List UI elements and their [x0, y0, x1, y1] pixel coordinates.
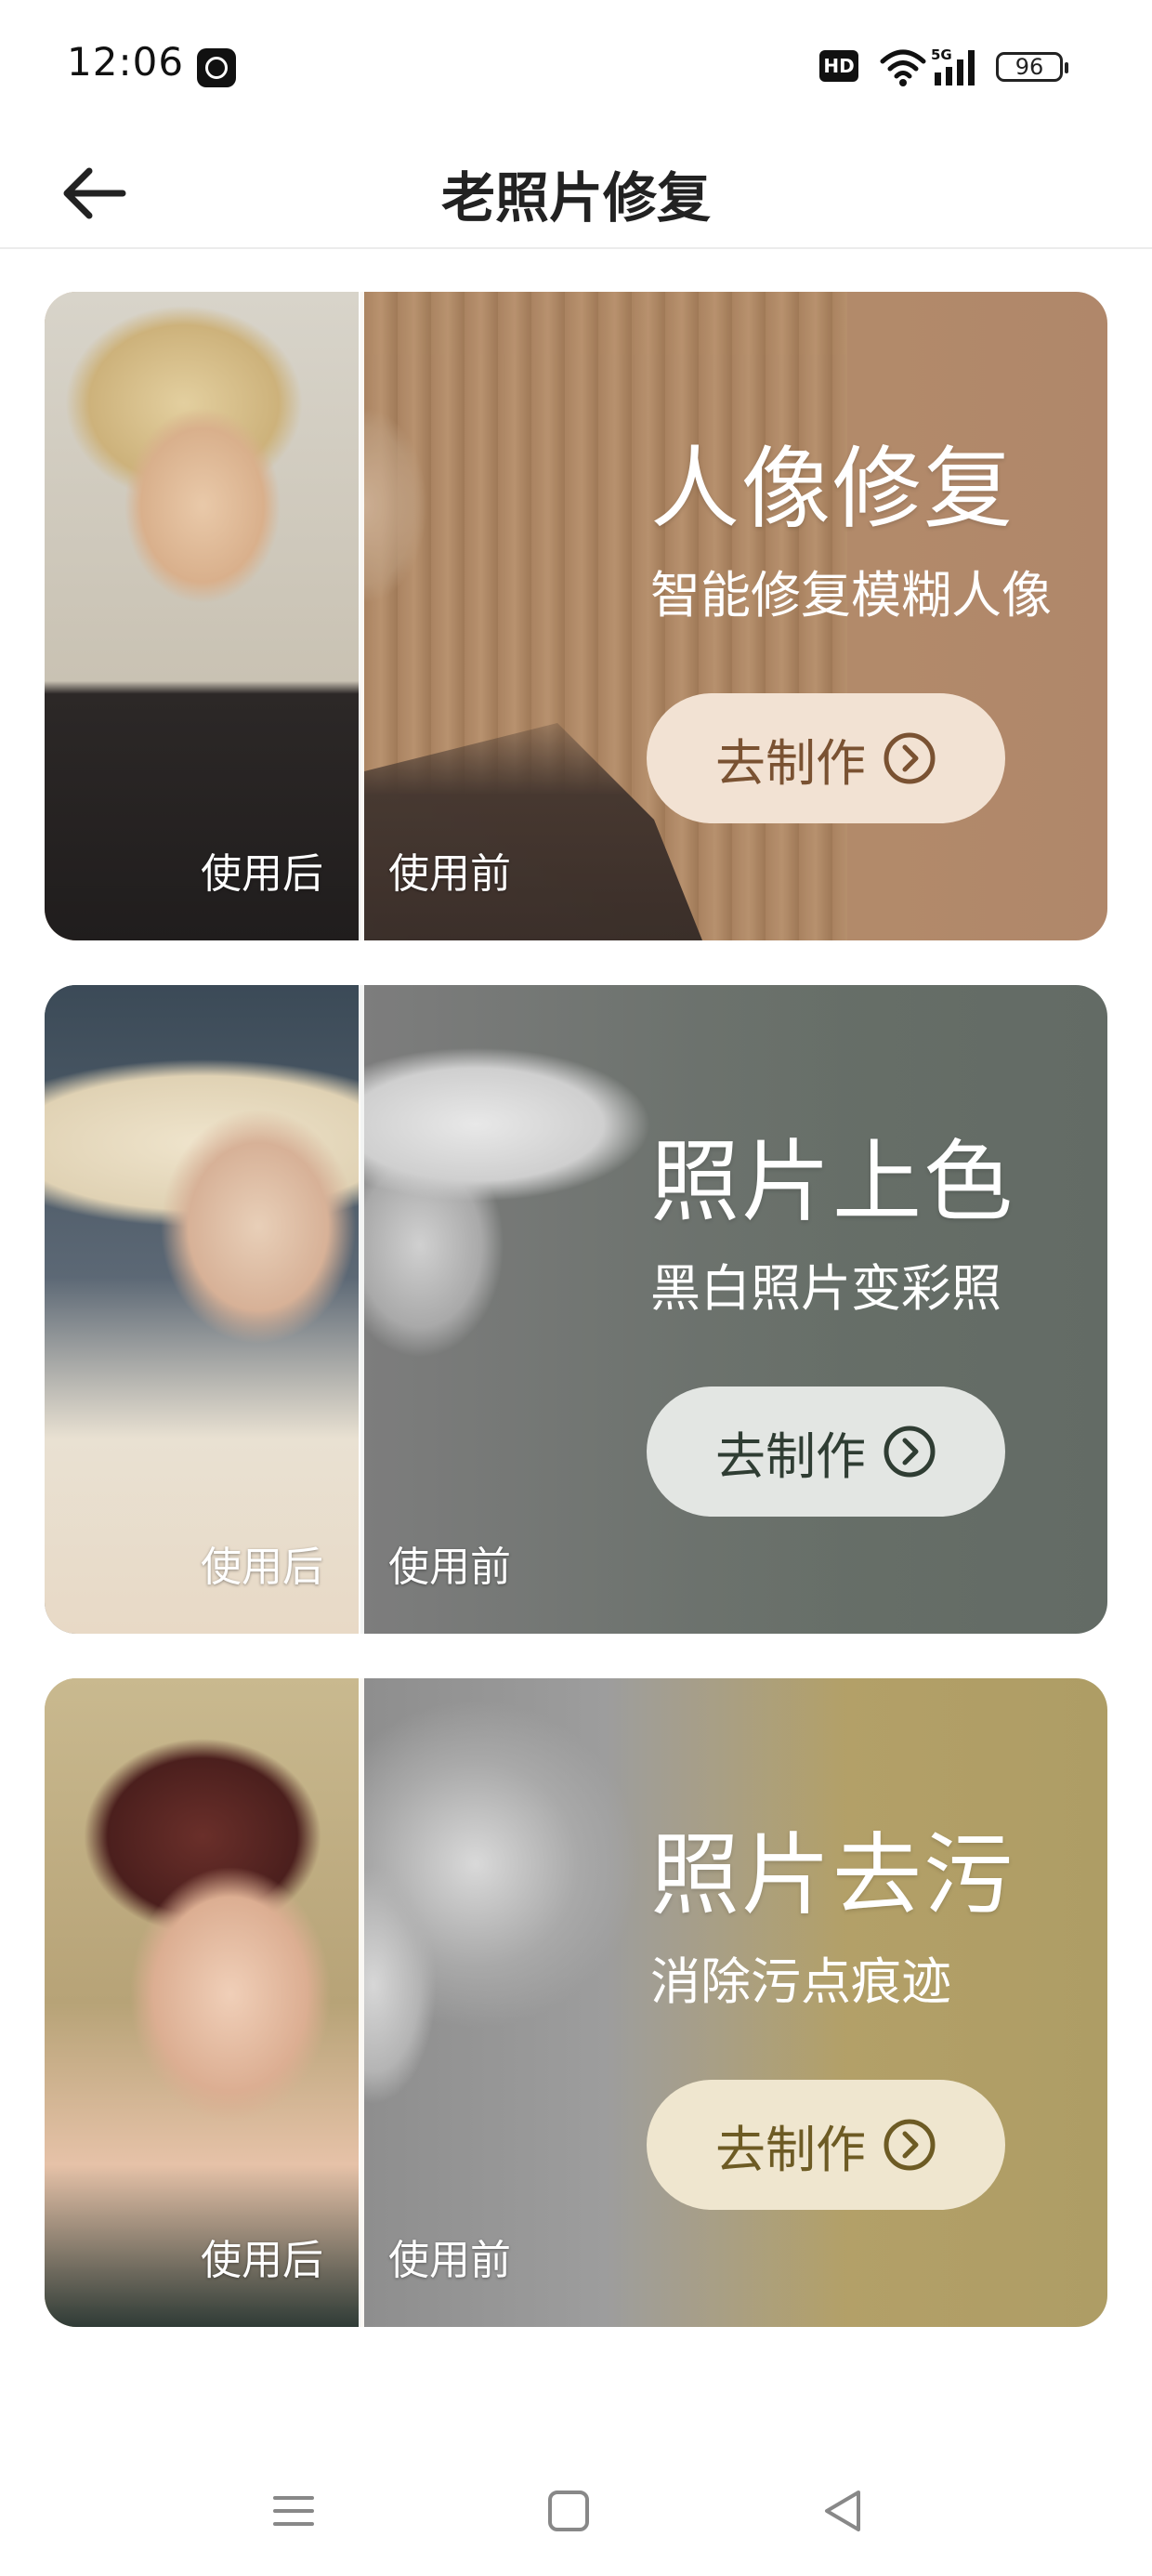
battery-icon: 96 — [996, 52, 1068, 82]
card-subtitle: 消除污点痕迹 — [650, 1952, 951, 2011]
network-type: 5G — [931, 46, 952, 63]
compare-divider — [359, 985, 364, 1634]
go-make-label: 去制作 — [715, 1426, 866, 1486]
label-after: 使用后 — [201, 1544, 323, 1591]
label-before: 使用前 — [388, 1544, 511, 1591]
app-notification-icon — [197, 48, 236, 87]
page-title: 老照片修复 — [440, 166, 711, 230]
menu-icon — [273, 2496, 314, 2526]
go-make-label: 去制作 — [715, 733, 866, 793]
back-triangle-icon — [825, 2491, 860, 2531]
card-title: 照片去污 — [650, 1823, 1015, 1927]
status-time: 12:06 — [67, 39, 185, 85]
app-header: 老照片修复 — [0, 130, 1152, 249]
label-before: 使用前 — [388, 850, 511, 898]
card-title: 照片上色 — [650, 1130, 1015, 1234]
card-subtitle: 智能修复模糊人像 — [650, 566, 1052, 624]
status-bar: 12:06 HD 5G 96 — [0, 0, 1152, 130]
go-make-label: 去制作 — [715, 2120, 866, 2179]
card-photo-colorize[interactable]: 使用后 使用前 照片上色 黑白照片变彩照 去制作 — [45, 985, 1107, 1634]
compare-divider — [359, 1678, 364, 2327]
label-after: 使用后 — [201, 2237, 323, 2284]
nav-back-button[interactable] — [810, 2477, 877, 2544]
card-title: 人像修复 — [650, 437, 1015, 541]
go-make-button[interactable]: 去制作 — [647, 1387, 1005, 1517]
label-after: 使用后 — [201, 850, 323, 898]
card-subtitle: 黑白照片变彩照 — [650, 1259, 1001, 1318]
signal-icon: 5G — [931, 46, 975, 85]
chevron-right-circle-icon — [884, 2119, 936, 2171]
nav-home-button[interactable] — [535, 2477, 602, 2544]
chevron-right-circle-icon — [884, 732, 936, 784]
system-nav-bar — [0, 2453, 1152, 2565]
nav-menu-button[interactable] — [260, 2477, 327, 2544]
home-icon — [548, 2491, 589, 2531]
hd-icon: HD — [819, 50, 858, 82]
go-make-button[interactable]: 去制作 — [647, 693, 1005, 823]
card-stain-removal[interactable]: 使用后 使用前 照片去污 消除污点痕迹 去制作 — [45, 1678, 1107, 2327]
compare-divider — [359, 292, 364, 940]
card-portrait-restore[interactable]: 使用后 使用前 人像修复 智能修复模糊人像 去制作 — [45, 292, 1107, 940]
go-make-button[interactable]: 去制作 — [647, 2080, 1005, 2210]
label-before: 使用前 — [388, 2237, 511, 2284]
chevron-right-circle-icon — [884, 1426, 936, 1478]
wifi-icon — [880, 49, 926, 86]
